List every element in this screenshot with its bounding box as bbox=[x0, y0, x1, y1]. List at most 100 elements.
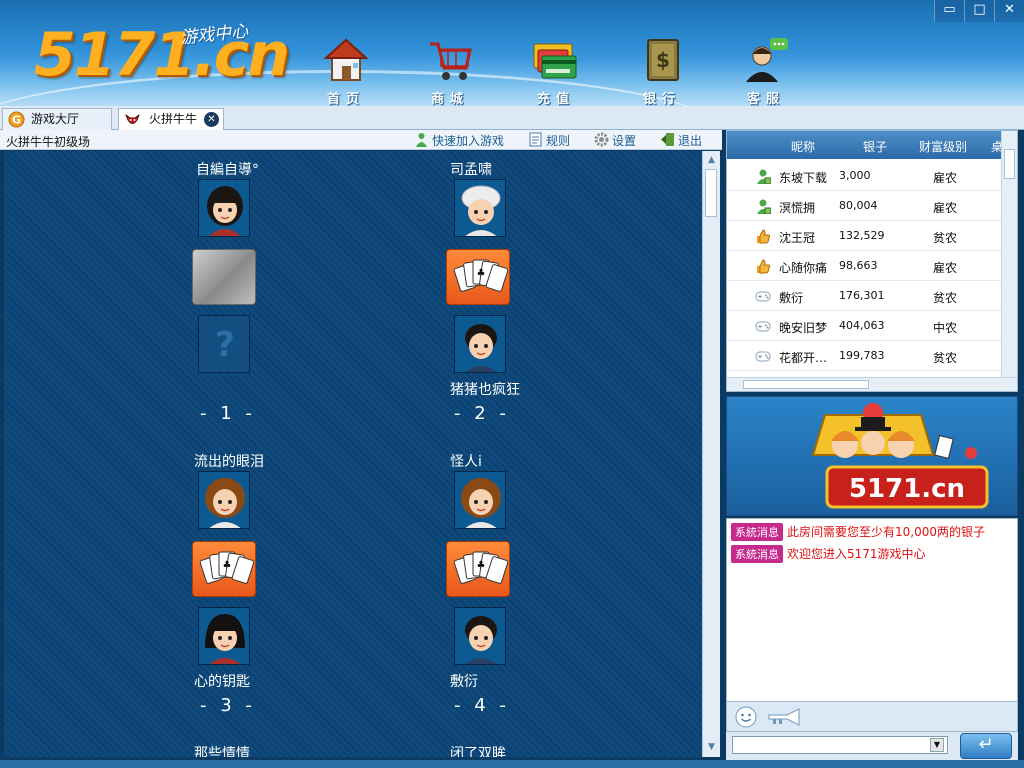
chat-dropdown-icon[interactable]: ▼ bbox=[930, 738, 944, 752]
tab-close-icon[interactable]: ✕ bbox=[204, 112, 219, 127]
logo-text: 5171.cn bbox=[34, 20, 290, 90]
table4-bottom-player: 敷衍 bbox=[450, 674, 478, 690]
shopping-cart-icon bbox=[430, 42, 472, 80]
send-button[interactable]: ↵ bbox=[960, 733, 1012, 759]
thumbs-up-icon bbox=[757, 229, 770, 244]
table2-bottom-avatar[interactable] bbox=[454, 315, 506, 373]
table5-top-player: 那些情情 bbox=[194, 746, 250, 757]
col-silver[interactable]: 银子 bbox=[863, 138, 887, 155]
trumpet-icon[interactable] bbox=[767, 707, 803, 727]
hscroll-thumb[interactable] bbox=[743, 380, 869, 389]
user-nick: 溟慌拥 bbox=[779, 201, 816, 215]
user-list-hscroll[interactable] bbox=[727, 377, 1017, 391]
banner-art: 5171.cn bbox=[811, 403, 989, 509]
girl-bob-avatar-icon bbox=[199, 608, 249, 664]
scroll-up-icon[interactable]: ▲ bbox=[704, 153, 719, 168]
table4-top-avatar[interactable] bbox=[454, 471, 506, 529]
chat-message: 系統消息 欢迎您进入5171游戏中心 bbox=[731, 545, 926, 563]
table2-top-avatar[interactable] bbox=[454, 179, 506, 237]
user-silver: 176,301 bbox=[839, 289, 885, 302]
chat-toolbar bbox=[726, 702, 1018, 732]
nav-shop[interactable]: 商城 bbox=[410, 30, 490, 106]
table2-number: - 2 - bbox=[454, 403, 510, 424]
app-logo: 5171.cn 游戏中心 bbox=[34, 14, 290, 94]
table1-top-avatar[interactable] bbox=[198, 179, 250, 237]
tab-lobby[interactable]: G 游戏大厅 bbox=[2, 108, 112, 130]
table3-bottom-player: 心的钥匙 bbox=[194, 674, 250, 690]
nav-bank[interactable]: $ 银行 bbox=[622, 30, 702, 106]
nav-bank-label: 银行 bbox=[642, 92, 681, 106]
user-list-row[interactable]: 敷衍 176,301 贫农 bbox=[727, 281, 1001, 311]
user-rank: 中农 bbox=[933, 321, 958, 335]
maximize-button[interactable]: □ bbox=[964, 0, 994, 22]
user-list-vscroll[interactable] bbox=[1001, 131, 1017, 377]
nav-home-label: 首页 bbox=[326, 92, 365, 106]
table3-bottom-avatar[interactable] bbox=[198, 607, 250, 665]
user-list-row[interactable]: 心随你痛 98,663 雇农 bbox=[727, 251, 1001, 281]
svg-text:$: $ bbox=[656, 48, 670, 72]
nav-service-label: 客服 bbox=[746, 92, 785, 106]
user-rank: 雇农 bbox=[933, 261, 958, 275]
tab-bull-game-label: 火拼牛牛 bbox=[149, 112, 198, 126]
emoticon-icon[interactable] bbox=[735, 706, 757, 728]
user-list-row[interactable]: 东坡下载 3,000 雇农 bbox=[727, 161, 1001, 191]
scroll-down-icon[interactable]: ▼ bbox=[704, 740, 719, 755]
minimize-button[interactable]: ▭ bbox=[934, 0, 964, 22]
table3-seat-button[interactable]: ♣ bbox=[192, 541, 256, 597]
exit-icon bbox=[661, 133, 674, 146]
table4-bottom-avatar[interactable] bbox=[454, 607, 506, 665]
user-nick: 心随你痛 bbox=[779, 261, 828, 275]
vscroll-thumb[interactable] bbox=[1004, 149, 1015, 179]
table1-seat-button[interactable] bbox=[192, 249, 256, 305]
quick-join-button[interactable]: 快速加入游戏 bbox=[414, 132, 504, 148]
table1-bottom-avatar[interactable]: ? bbox=[198, 315, 250, 373]
user-nick: 沈王冠 bbox=[779, 231, 816, 245]
tab-bull-game[interactable]: 火拼牛牛 ✕ bbox=[118, 108, 224, 130]
game-scrollbar[interactable]: ▲ ▼ bbox=[702, 151, 720, 757]
svg-text:?: ? bbox=[215, 325, 235, 365]
user-silver: 80,004 bbox=[839, 199, 878, 212]
window-controls: ▭ □ ✕ bbox=[934, 0, 1024, 22]
gamepad-icon bbox=[755, 291, 771, 302]
user-rank: 贫农 bbox=[933, 291, 958, 305]
col-rank[interactable]: 财富级别 bbox=[919, 138, 967, 155]
table2-top-player: 司孟啸 bbox=[450, 162, 492, 178]
nav-shop-label: 商城 bbox=[430, 92, 469, 106]
user-list-row[interactable]: 溟慌拥 80,004 雇农 bbox=[727, 191, 1001, 221]
user-rank: 贫农 bbox=[933, 351, 958, 365]
quick-join-icon bbox=[416, 133, 427, 147]
close-button[interactable]: ✕ bbox=[994, 0, 1024, 22]
user-list-row[interactable]: 沈王冠 132,529 贫农 bbox=[727, 221, 1001, 251]
turban-avatar-icon bbox=[455, 180, 505, 236]
user-list-row[interactable]: 晚安旧梦 404,063 中农 bbox=[727, 311, 1001, 341]
chat-input[interactable] bbox=[732, 736, 948, 754]
status-strip bbox=[0, 760, 1024, 768]
col-nick[interactable]: 昵称 bbox=[791, 138, 815, 155]
user-silver: 98,663 bbox=[839, 259, 878, 272]
table1-top-player: 自編自導° bbox=[196, 162, 259, 178]
rules-button[interactable]: 规则 bbox=[528, 132, 570, 148]
banner-logo-text: 5171.cn bbox=[849, 474, 965, 504]
table2-seat-button[interactable]: ♣ bbox=[446, 249, 510, 305]
table4-seat-button[interactable]: ♣ bbox=[446, 541, 510, 597]
curly-girl-avatar-icon bbox=[455, 472, 505, 528]
tab-lobby-label: 游戏大厅 bbox=[31, 112, 80, 126]
chat-message: 系統消息 此房间需要您至少有10,000两的银子 bbox=[731, 523, 985, 541]
gamepad-icon bbox=[755, 321, 771, 332]
nav-service[interactable]: 客服 bbox=[726, 30, 806, 106]
table4-top-player: 怪人i bbox=[450, 454, 482, 470]
nav-home[interactable]: 首页 bbox=[306, 30, 386, 106]
user-list-row[interactable]: 花都开… 199,783 贫农 bbox=[727, 341, 1001, 371]
player-seated-icon bbox=[757, 199, 771, 214]
scroll-thumb[interactable] bbox=[705, 169, 717, 217]
table3-top-avatar[interactable] bbox=[198, 471, 250, 529]
settings-button[interactable]: 设置 bbox=[594, 132, 636, 148]
playing-cards-icon: ♣ bbox=[453, 259, 509, 292]
table6-top-player: 闭了双眸 bbox=[450, 746, 506, 757]
exit-button[interactable]: 退出 bbox=[660, 132, 702, 148]
game-table-area: 自編自導° ? - 1 - 司孟啸 ♣ 猪猪也疯狂 - 2 - 流出的眼泪 ♣ … bbox=[4, 151, 702, 757]
nav-recharge[interactable]: 充值 bbox=[516, 30, 596, 106]
table4-number: - 4 - bbox=[454, 695, 510, 716]
promo-banner[interactable]: 5171.cn bbox=[726, 396, 1018, 516]
svg-text:♣: ♣ bbox=[477, 268, 486, 279]
